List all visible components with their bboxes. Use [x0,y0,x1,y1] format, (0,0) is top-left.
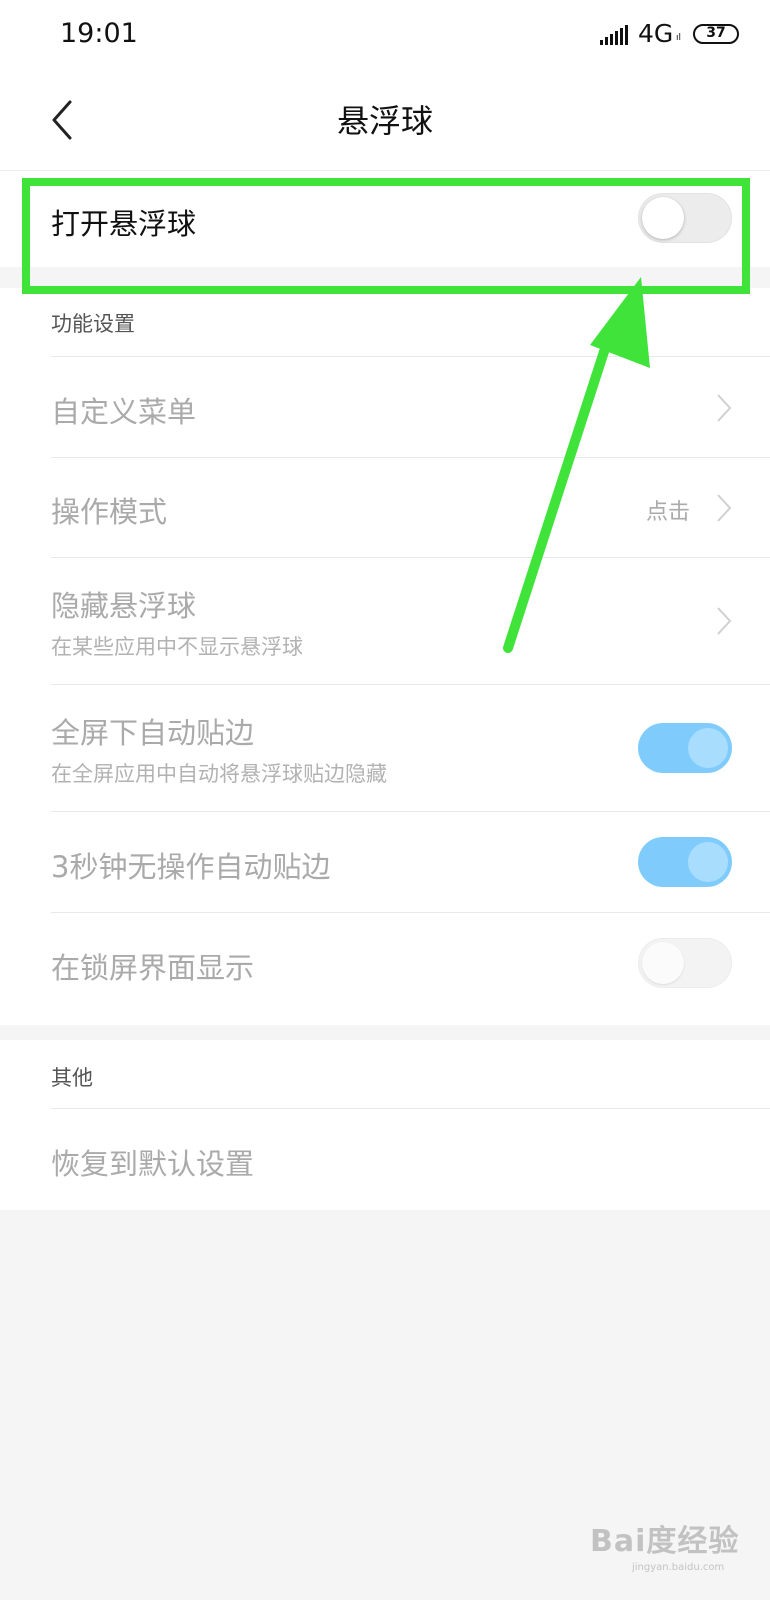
chevron-right-icon [717,494,732,522]
toggle-knob [642,942,684,984]
toggle-knob [688,728,728,768]
highlight-box [22,178,750,294]
settings-item-label: 隐藏悬浮球 [51,589,197,623]
feature-settings-block: 功能设置 自定义菜单 操作模式 点击 隐藏悬浮球 在某些应用中不显示悬浮球 全屏… [0,288,770,1025]
status-time: 19:01 [60,18,138,49]
settings-item-label: 在锁屏界面显示 [51,951,255,985]
network-activity-icon: ıl [676,33,682,43]
other-settings-block: 其他 恢复到默认设置 [0,1040,770,1210]
toggle-knob [688,842,728,882]
settings-item-label: 恢复到默认设置 [51,1147,255,1181]
battery-level: 37 [706,25,726,41]
watermark-main: Bai度经验 [590,1524,740,1559]
settings-item-hide-ball[interactable]: 隐藏悬浮球 在某些应用中不显示悬浮球 [51,558,770,685]
watermark-sub: jingyan.baidu.com [632,1562,725,1573]
baidu-watermark: Bai度经验 jingyan.baidu.com [590,1500,750,1585]
operation-mode-value: 点击 [645,500,690,525]
settings-item-custom-menu[interactable]: 自定义菜单 [51,356,770,458]
nav-header: 悬浮球 [0,70,770,171]
status-bar: 19:01 4G ıl 37 [0,0,770,70]
fullscreen-edge-toggle[interactable] [638,723,732,773]
settings-item-sublabel: 在某些应用中不显示悬浮球 [51,635,303,659]
settings-item-fullscreen-edge[interactable]: 全屏下自动贴边 在全屏应用中自动将悬浮球贴边隐藏 [51,685,770,812]
settings-item-label: 操作模式 [51,495,168,529]
chevron-right-icon [717,607,732,635]
settings-item-idle-edge[interactable]: 3秒钟无操作自动贴边 [51,812,770,913]
section-title-features: 功能设置 [51,312,135,336]
settings-item-label: 3秒钟无操作自动贴边 [51,850,331,884]
chevron-right-icon [717,394,732,422]
settings-item-restore-default[interactable]: 恢复到默认设置 [51,1108,770,1209]
settings-item-operation-mode[interactable]: 操作模式 点击 [51,457,770,558]
settings-item-label: 自定义菜单 [51,395,197,429]
settings-item-sublabel: 在全屏应用中自动将悬浮球贴边隐藏 [51,762,387,786]
idle-edge-toggle[interactable] [638,837,732,887]
settings-item-lockscreen[interactable]: 在锁屏界面显示 [51,913,770,1013]
lockscreen-toggle[interactable] [638,938,732,988]
network-type: 4G [638,19,674,48]
settings-item-label: 全屏下自动贴边 [51,716,255,750]
battery-icon: 37 [693,24,739,44]
page-title: 悬浮球 [336,102,433,140]
section-title-other: 其他 [51,1066,93,1090]
signal-icon [600,25,628,45]
